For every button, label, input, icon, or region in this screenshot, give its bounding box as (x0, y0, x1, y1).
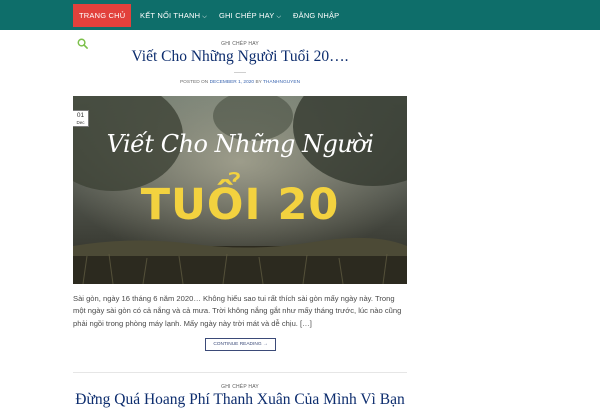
chevron-down-icon: ⌵ (202, 14, 207, 20)
badge-month: Dec (76, 120, 85, 125)
nav-item-trang-chu[interactable]: Trang chủ (73, 4, 132, 27)
featured-image[interactable]: Viết Cho Những Người TUỔI 20 (73, 96, 407, 284)
continue-reading-button[interactable]: Continue reading → (205, 338, 276, 351)
post-excerpt: Sài gòn, ngày 16 tháng 6 năm 2020… Không… (73, 294, 402, 328)
featured-image-title-line1: Viết Cho Những Người (106, 130, 374, 158)
title-divider (234, 72, 246, 73)
post-date-link[interactable]: December 1, 2020 (210, 80, 255, 85)
nav-item-label: Ghi chép hay (219, 11, 275, 20)
badge-day: 01 (76, 112, 85, 119)
nav-item-label: Trang chủ (79, 11, 126, 20)
post-author-link[interactable]: thanhnguyen (263, 80, 300, 85)
post-date-badge: 01 Dec (73, 110, 89, 127)
post-separator (73, 372, 407, 373)
nav-item-ket-noi-thanh[interactable]: Kết nối thanh ⌵ (140, 4, 207, 27)
nav-item-ghi-chep-hay[interactable]: Ghi chép hay ⌵ (219, 4, 281, 27)
post-meta: Posted on December 1, 2020 by thanhnguye… (73, 80, 407, 85)
top-navigation-bar: Trang chủ Kết nối thanh ⌵ Ghi chép hay ⌵ Đ… (0, 0, 600, 30)
post-title-link[interactable]: Viết Cho Những Người Tuổi 20…. (73, 48, 407, 66)
featured-image-title-line2: TUỔI 20 (140, 180, 340, 230)
nav-item-dang-nhap[interactable]: Đăng nhập (293, 4, 339, 27)
post-category-link[interactable]: Ghi chép hay (73, 384, 407, 390)
chevron-down-icon: ⌵ (276, 14, 282, 20)
meta-by: by (255, 80, 262, 85)
post-title-link[interactable]: Đừng Quá Hoang Phí Thanh Xuân Của Mình V… (73, 391, 407, 409)
post-category-link[interactable]: Ghi chép hay (73, 41, 407, 47)
nav-item-label: Đăng nhập (293, 11, 340, 20)
meta-prefix: Posted on (179, 80, 209, 85)
nav-item-label: Kết nối thanh (140, 11, 201, 20)
